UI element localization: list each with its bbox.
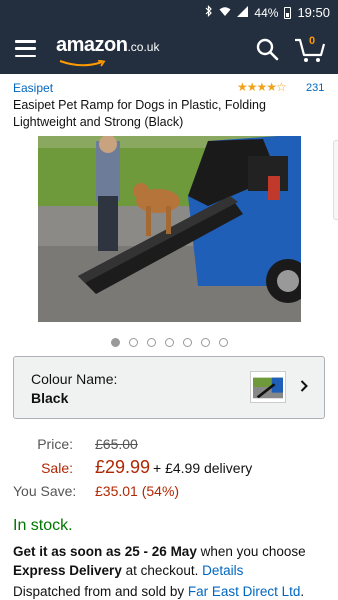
brand-link[interactable]: Easipet [13, 81, 53, 95]
colour-thumbnail [250, 371, 286, 403]
signal-icon [237, 5, 249, 20]
clock: 19:50 [297, 5, 330, 20]
rating-count[interactable]: 231 [306, 82, 324, 94]
sale-label: Sale: [41, 460, 73, 476]
image-carousel-indicator [111, 338, 228, 347]
price-label: Price: [37, 436, 73, 452]
carousel-dot[interactable] [147, 338, 156, 347]
battery-icon [284, 6, 292, 19]
carousel-dot[interactable] [111, 338, 120, 347]
dispatch-suffix: . [300, 584, 305, 599]
savings-row: You Save: £35.01 (54%) [13, 483, 333, 501]
details-link[interactable]: Details [202, 563, 243, 578]
delivery-dates: Get it as soon as 25 - 26 May [13, 544, 197, 559]
carousel-dot[interactable] [165, 338, 174, 347]
product-image[interactable] [38, 136, 301, 322]
cart-button[interactable]: 0 [294, 35, 326, 64]
star-rating[interactable]: ★★★★☆ [237, 80, 287, 94]
logo-suffix: .co.uk [127, 40, 160, 54]
side-panel-handle[interactable] [333, 140, 338, 220]
wifi-icon [219, 6, 231, 20]
cart-count: 0 [308, 35, 316, 47]
express-delivery: Express Delivery [13, 563, 122, 578]
product-title: Easipet Pet Ramp for Dogs in Plastic, Fo… [13, 98, 266, 129]
delivery-cost: + £4.99 delivery [153, 460, 253, 476]
list-price-row: Price: £65.00 [13, 436, 333, 454]
seller-link[interactable]: Far East Direct Ltd [188, 584, 301, 599]
sale-price-row: Sale: £29.99 + £4.99 delivery [13, 457, 333, 482]
carousel-dot[interactable] [129, 338, 138, 347]
chevron-right-icon [300, 380, 308, 392]
delivery-estimate: Get it as soon as 25 - 26 May when you c… [13, 542, 329, 580]
checkout-text: at checkout. [121, 563, 203, 578]
logo-smile-icon [59, 60, 106, 67]
menu-icon[interactable] [15, 40, 36, 57]
seller-info: Dispatched from and sold by Far East Dir… [13, 584, 338, 599]
app-header: amazon.co.uk 0 [0, 24, 338, 74]
logo-text: amazon [56, 34, 128, 56]
colour-label: Colour Name: [31, 371, 118, 387]
colour-selector[interactable]: Colour Name: Black [13, 356, 325, 419]
stock-status: In stock. [13, 517, 73, 534]
status-bar: 44% 19:50 [0, 0, 338, 24]
carousel-dot[interactable] [219, 338, 228, 347]
sale-price: £29.99 [95, 457, 151, 477]
list-price: £65.00 [95, 436, 138, 452]
save-value: £35.01 (54%) [95, 483, 180, 499]
carousel-dot[interactable] [183, 338, 192, 347]
amazon-logo[interactable]: amazon.co.uk [56, 34, 159, 57]
battery-percent: 44% [254, 5, 279, 20]
bluetooth-icon [205, 5, 213, 20]
delivery-text: when you choose [196, 544, 306, 559]
search-icon[interactable] [255, 37, 279, 61]
carousel-dot[interactable] [201, 338, 210, 347]
colour-value: Black [31, 390, 69, 406]
save-label: You Save: [13, 483, 77, 499]
dispatch-text: Dispatched from and sold by [13, 584, 188, 599]
